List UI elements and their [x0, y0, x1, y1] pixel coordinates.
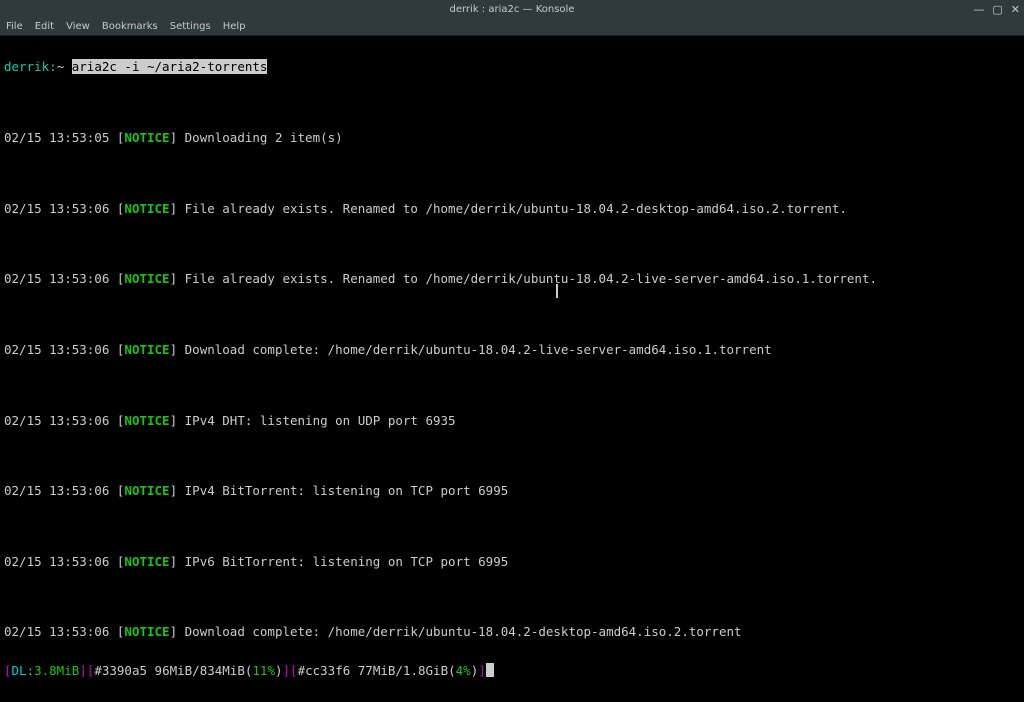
log-timestamp: 02/15 13:53:06	[4, 201, 109, 216]
log-tag: NOTICE	[124, 271, 169, 286]
log-tag: NOTICE	[124, 483, 169, 498]
status-line: [DL:3.8MiB][#3390a5 96MiB/834MiB(11%)][#…	[4, 661, 1020, 680]
log-line: 02/15 13:53:06 [NOTICE] IPv4 BitTorrent:…	[4, 481, 1020, 500]
menu-edit[interactable]: Edit	[35, 21, 54, 32]
status-item-id: #3390a5	[94, 663, 147, 678]
bracket-open: [	[4, 663, 12, 678]
prompt-dir: ~	[57, 59, 65, 74]
terminal-viewport[interactable]: derrik:~ aria2c -i ~/aria2-torrents 02/1…	[0, 36, 1024, 702]
dl-speed: 3.8MiB	[34, 663, 79, 678]
log-line: 02/15 13:53:05 [NOTICE] Downloading 2 it…	[4, 128, 1020, 147]
log-tag: NOTICE	[124, 130, 169, 145]
log-message: File already exists. Renamed to /home/de…	[185, 201, 847, 216]
log-message: Download complete: /home/derrik/ubuntu-1…	[185, 624, 742, 639]
status-item-progress: 96MiB/834MiB	[155, 663, 245, 678]
bracket-open: [	[290, 663, 298, 678]
maximize-icon[interactable]: ▢	[992, 4, 1002, 15]
log-line: 02/15 13:53:06 [NOTICE] IPv6 BitTorrent:…	[4, 552, 1020, 571]
log-timestamp: 02/15 13:53:06	[4, 624, 109, 639]
paren-open: (	[448, 663, 456, 678]
prompt-user-host: derrik:	[4, 59, 57, 74]
menu-settings[interactable]: Settings	[170, 21, 211, 32]
log-timestamp: 02/15 13:53:06	[4, 342, 109, 357]
status-item-progress: 77MiB/1.8GiB	[358, 663, 448, 678]
menu-bookmarks[interactable]: Bookmarks	[102, 21, 158, 32]
log-message: IPv6 BitTorrent: listening on TCP port 6…	[185, 554, 509, 569]
log-tag: NOTICE	[124, 624, 169, 639]
bracket-close: ]	[170, 624, 178, 639]
bracket-close: ]	[79, 663, 87, 678]
blank-line	[4, 96, 1020, 109]
bracket-close: ]	[170, 483, 178, 498]
bracket-close: ]	[170, 201, 178, 216]
dl-label: DL:	[12, 663, 35, 678]
status-item-id: #cc33f6	[298, 663, 351, 678]
window-titlebar: derrik : aria2c — Konsole — ▢ ✕	[0, 0, 1024, 18]
log-message: Download complete: /home/derrik/ubuntu-1…	[185, 342, 772, 357]
close-icon[interactable]: ✕	[1011, 4, 1020, 15]
log-message: IPv4 BitTorrent: listening on TCP port 6…	[185, 483, 509, 498]
bracket-close: ]	[283, 663, 291, 678]
log-message: IPv4 DHT: listening on UDP port 6935	[185, 413, 456, 428]
log-tag: NOTICE	[124, 413, 169, 428]
log-tag: NOTICE	[124, 201, 169, 216]
bracket-close: ]	[478, 663, 486, 678]
blank-line	[4, 237, 1020, 250]
log-timestamp: 02/15 13:53:05	[4, 130, 109, 145]
blank-line	[4, 308, 1020, 321]
log-timestamp: 02/15 13:53:06	[4, 483, 109, 498]
bracket-open: [	[117, 624, 125, 639]
log-line: 02/15 13:53:06 [NOTICE] IPv4 DHT: listen…	[4, 411, 1020, 430]
minimize-icon[interactable]: —	[973, 4, 984, 15]
status-item-pct: 4%	[456, 663, 471, 678]
bracket-close: ]	[170, 342, 178, 357]
bracket-open: [	[87, 663, 95, 678]
log-line: 02/15 13:53:06 [NOTICE] Download complet…	[4, 622, 1020, 641]
blank-line	[4, 167, 1020, 180]
menu-bar: File Edit View Bookmarks Settings Help	[0, 18, 1024, 36]
prompt-line: derrik:~ aria2c -i ~/aria2-torrents	[4, 57, 1020, 76]
log-tag: NOTICE	[124, 342, 169, 357]
blank-line	[4, 379, 1020, 392]
log-tag: NOTICE	[124, 554, 169, 569]
terminal-cursor	[486, 663, 494, 677]
log-timestamp: 02/15 13:53:06	[4, 271, 109, 286]
bracket-close: ]	[170, 413, 178, 428]
menu-view[interactable]: View	[66, 21, 90, 32]
blank-line	[4, 591, 1020, 604]
paren-close: )	[471, 663, 479, 678]
log-timestamp: 02/15 13:53:06	[4, 413, 109, 428]
paren-open: (	[245, 663, 253, 678]
text-caret-icon	[556, 284, 558, 298]
bracket-close: ]	[170, 130, 178, 145]
window-title: derrik : aria2c — Konsole	[450, 4, 575, 15]
bracket-close: ]	[170, 271, 178, 286]
log-line: 02/15 13:53:06 [NOTICE] File already exi…	[4, 199, 1020, 218]
menu-file[interactable]: File	[6, 21, 23, 32]
menu-help[interactable]: Help	[223, 21, 246, 32]
log-line: 02/15 13:53:06 [NOTICE] Download complet…	[4, 340, 1020, 359]
log-timestamp: 02/15 13:53:06	[4, 554, 109, 569]
log-message: File already exists. Renamed to /home/de…	[185, 271, 877, 286]
log-line: 02/15 13:53:06 [NOTICE] File already exi…	[4, 269, 1020, 288]
blank-line	[4, 449, 1020, 462]
log-message: Downloading 2 item(s)	[185, 130, 343, 145]
status-item-pct: 11%	[252, 663, 275, 678]
paren-close: )	[275, 663, 283, 678]
blank-line	[4, 520, 1020, 533]
prompt-command-selection: aria2c -i ~/aria2-torrents	[72, 59, 268, 74]
bracket-close: ]	[170, 554, 178, 569]
window-controls: — ▢ ✕	[973, 0, 1020, 18]
